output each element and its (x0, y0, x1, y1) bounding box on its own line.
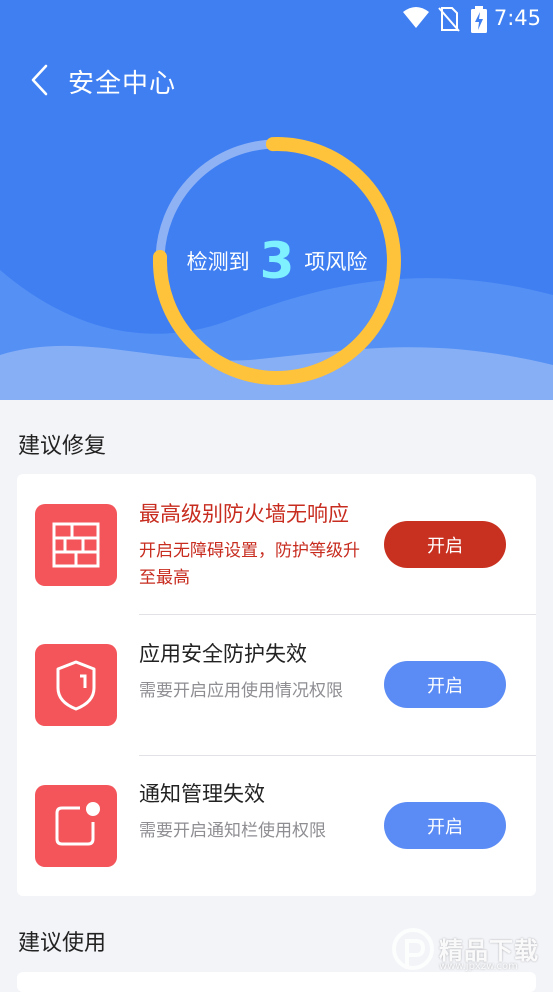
fix-item-desc: 需要开启通知栏使用权限 (139, 821, 326, 841)
fix-item-desc: 需要开启应用使用情况权限 (139, 681, 343, 701)
fix-item-firewall: 最高级别防火墙无响应 开启无障碍设置，防护等级升至最高 开启 (17, 474, 536, 614)
watermark-url: www.jpxzw.com (439, 961, 518, 972)
status-time: 7:45 (493, 6, 541, 30)
wifi-icon (403, 7, 429, 28)
fix-list-card: 最高级别防火墙无响应 开启无障碍设置，防护等级升至最高 开启 应用安全防护失效 … (17, 474, 536, 896)
fix-item-title: 通知管理失效 (139, 782, 265, 806)
firewall-icon (35, 504, 117, 586)
enable-button[interactable]: 开启 (384, 802, 506, 849)
fix-item-app-protection: 应用安全防护失效 需要开启应用使用情况权限 开启 (17, 615, 536, 755)
status-bar: 7:45 (0, 0, 553, 40)
risk-prefix: 检测到 (186, 250, 250, 274)
risk-count: 3 (259, 232, 295, 290)
enable-button[interactable]: 开启 (384, 661, 506, 708)
risk-suffix: 项风险 (304, 250, 368, 274)
battery-charging-icon (471, 6, 487, 33)
notification-icon (35, 785, 117, 867)
back-arrow-icon[interactable] (26, 62, 54, 98)
enable-button[interactable]: 开启 (384, 521, 506, 568)
page-title: 安全中心 (68, 69, 177, 99)
fix-item-notification: 通知管理失效 需要开启通知栏使用权限 开启 (17, 756, 536, 896)
shield-icon (35, 644, 117, 726)
header: 7:45 安全中心 检测到 3 项风险 (0, 0, 553, 400)
section-title-recommend-fix: 建议修复 (18, 434, 107, 459)
fix-item-title: 最高级别防火墙无响应 (139, 502, 349, 526)
watermark: 精品下载 www.jpxzw.com (391, 925, 543, 977)
section-title-recommend-use: 建议使用 (18, 931, 107, 956)
no-sim-icon (438, 7, 460, 32)
risk-summary: 检测到 3 项风险 (152, 136, 402, 386)
fix-item-desc: 开启无障碍设置，防护等级升至最高 (139, 541, 360, 588)
watermark-logo-icon (392, 928, 434, 970)
fix-item-title: 应用安全防护失效 (139, 642, 307, 666)
